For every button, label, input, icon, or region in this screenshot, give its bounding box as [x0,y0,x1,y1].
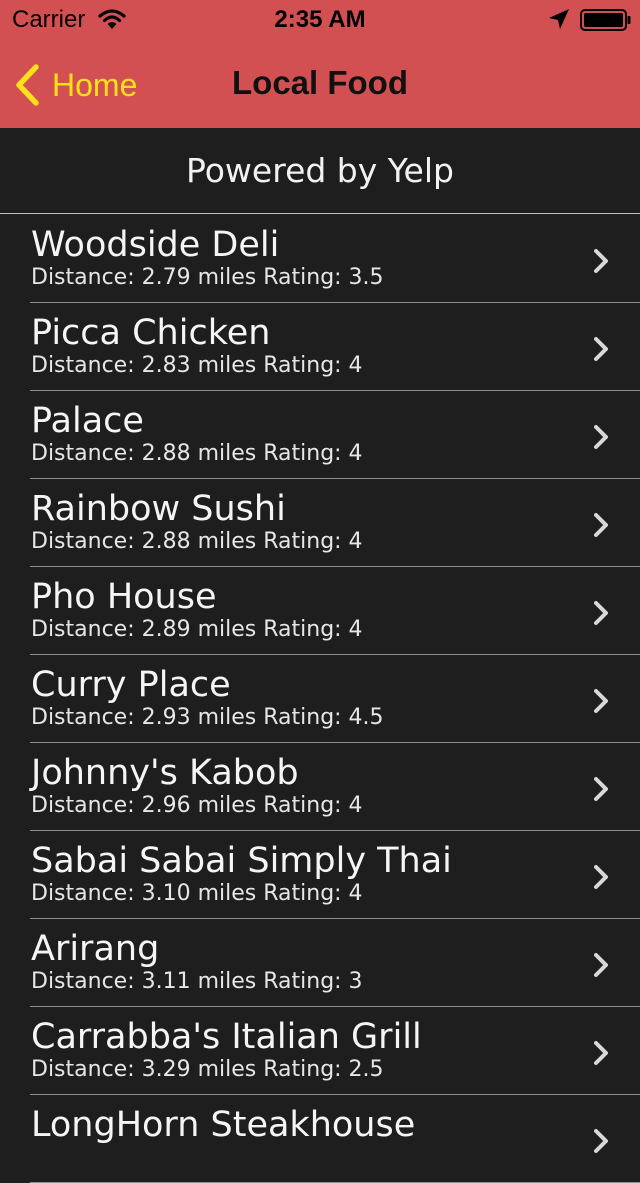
restaurant-name: Woodside Deli [31,225,280,265]
list-item[interactable]: Arirang Distance: 3.11 miles Rating: 3 [0,919,640,1007]
chevron-right-icon [594,865,608,889]
restaurant-details: Distance: 3.11 miles Rating: 3 [31,969,363,994]
restaurant-details: Distance: 3.10 miles Rating: 4 [31,881,363,906]
status-time: 2:35 AM [274,6,366,33]
restaurant-name: Picca Chicken [31,313,271,353]
restaurant-details: Distance: 2.88 miles Rating: 4 [31,529,363,554]
restaurant-details: Distance: 2.93 miles Rating: 4.5 [31,705,384,730]
header: Carrier 2:35 AM Home Local Food [0,0,640,128]
list-item[interactable]: Johnny's Kabob Distance: 2.96 miles Ratin… [0,743,640,831]
yelp-attribution: Powered by Yelp [0,128,640,214]
list-item[interactable]: Rainbow Sushi Distance: 2.88 miles Rating… [0,479,640,567]
restaurant-details: Distance: 2.83 miles Rating: 4 [31,353,363,378]
chevron-right-icon [594,513,608,537]
location-arrow-icon [549,9,569,29]
battery-icon [580,9,631,31]
list-item[interactable]: LongHorn Steakhouse [0,1095,640,1183]
chevron-right-icon [594,425,608,449]
restaurant-details: Distance: 3.29 miles Rating: 2.5 [31,1057,384,1082]
chevron-right-icon [594,249,608,273]
list-item[interactable]: Woodside Deli Distance: 2.79 miles Rating… [0,215,640,303]
chevron-right-icon [594,601,608,625]
restaurant-name: Sabai Sabai Simply Thai [31,841,452,881]
navigation-bar: Home Local Food [0,40,640,128]
list-item[interactable]: Palace Distance: 2.88 miles Rating: 4 [0,391,640,479]
chevron-right-icon [594,689,608,713]
list-item[interactable]: Carrabba's Italian Grill Distance: 3.29 m… [0,1007,640,1095]
restaurant-list: Woodside Deli Distance: 2.79 miles Rating… [0,215,640,1183]
restaurant-details: Distance: 2.88 miles Rating: 4 [31,441,363,466]
chevron-right-icon [594,1129,608,1153]
restaurant-name: Carrabba's Italian Grill [31,1017,422,1057]
restaurant-name: Palace [31,401,144,441]
status-bar: Carrier 2:35 AM [0,0,640,40]
restaurant-name: Johnny's Kabob [31,753,299,793]
list-item[interactable]: Pho House Distance: 2.89 miles Rating: 4 [0,567,640,655]
list-item[interactable]: Sabai Sabai Simply Thai Distance: 3.10 mi… [0,831,640,919]
chevron-right-icon [594,777,608,801]
restaurant-name: LongHorn Steakhouse [31,1105,416,1145]
page-title: Local Food [232,64,408,101]
restaurant-name: Curry Place [31,665,231,705]
list-item[interactable]: Curry Place Distance: 2.93 miles Rating: … [0,655,640,743]
chevron-right-icon [594,1041,608,1065]
chevron-right-icon [594,953,608,977]
restaurant-details: Distance: 2.96 miles Rating: 4 [31,793,363,818]
restaurant-name: Rainbow Sushi [31,489,286,529]
list-item[interactable]: Picca Chicken Distance: 2.83 miles Rating… [0,303,640,391]
chevron-right-icon [594,337,608,361]
restaurant-name: Arirang [31,929,160,969]
restaurant-details: Distance: 2.89 miles Rating: 4 [31,617,363,642]
restaurant-name: Pho House [31,577,217,617]
restaurant-details: Distance: 2.79 miles Rating: 3.5 [31,265,384,290]
